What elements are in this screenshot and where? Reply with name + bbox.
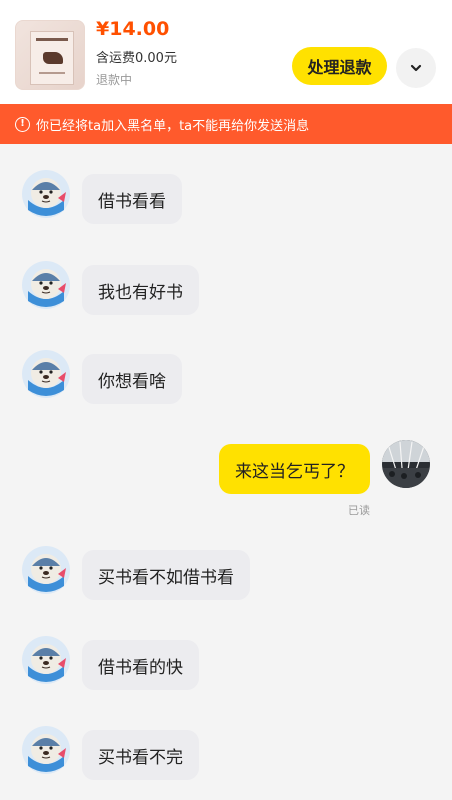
contact-avatar[interactable] [22,546,70,594]
book-cover-image [30,31,74,85]
refund-status: 退款中 [96,73,133,87]
contact-avatar[interactable] [22,170,70,218]
contact-avatar[interactable] [22,261,70,309]
info-circle-icon: ! [15,116,30,132]
message-bubble[interactable]: 买书看不完 [82,730,199,780]
order-header: ¥14.00 含运费0.00元 退款中 处理退款 [0,0,452,104]
message-bubble[interactable]: 借书看的快 [82,640,199,690]
sent-message-bubble[interactable]: 来这当乞丐了？ [219,444,370,494]
shipping-fee: 含运费0.00元 [96,51,177,66]
message-bubble[interactable]: 买书看不如借书看 [82,550,250,600]
expand-button[interactable] [396,48,436,88]
message-bubble[interactable]: 我也有好书 [82,265,199,315]
message-bubble[interactable]: 你想看啥 [82,354,182,404]
contact-avatar[interactable] [22,636,70,684]
message-bubble[interactable]: 借书看看 [82,174,182,224]
chevron-down-icon [410,64,422,72]
blacklist-banner: ! 你已经将ta加入黑名单，ta不能再给你发送消息 [0,104,452,144]
contact-avatar[interactable] [22,726,70,774]
handle-refund-button[interactable]: 处理退款 [292,47,387,85]
order-price: ¥14.00 [96,18,170,40]
contact-avatar[interactable] [22,350,70,398]
chat-area: 借书看看 我也有好书 你想看啥 来这当乞丐了？ 已读 买书看不如借书看 借书看的… [0,144,452,800]
blacklist-banner-text: 你已经将ta加入黑名单，ta不能再给你发送消息 [36,118,310,134]
user-avatar[interactable] [382,440,430,488]
product-thumbnail[interactable] [15,20,85,90]
read-status: 已读 [348,504,370,517]
